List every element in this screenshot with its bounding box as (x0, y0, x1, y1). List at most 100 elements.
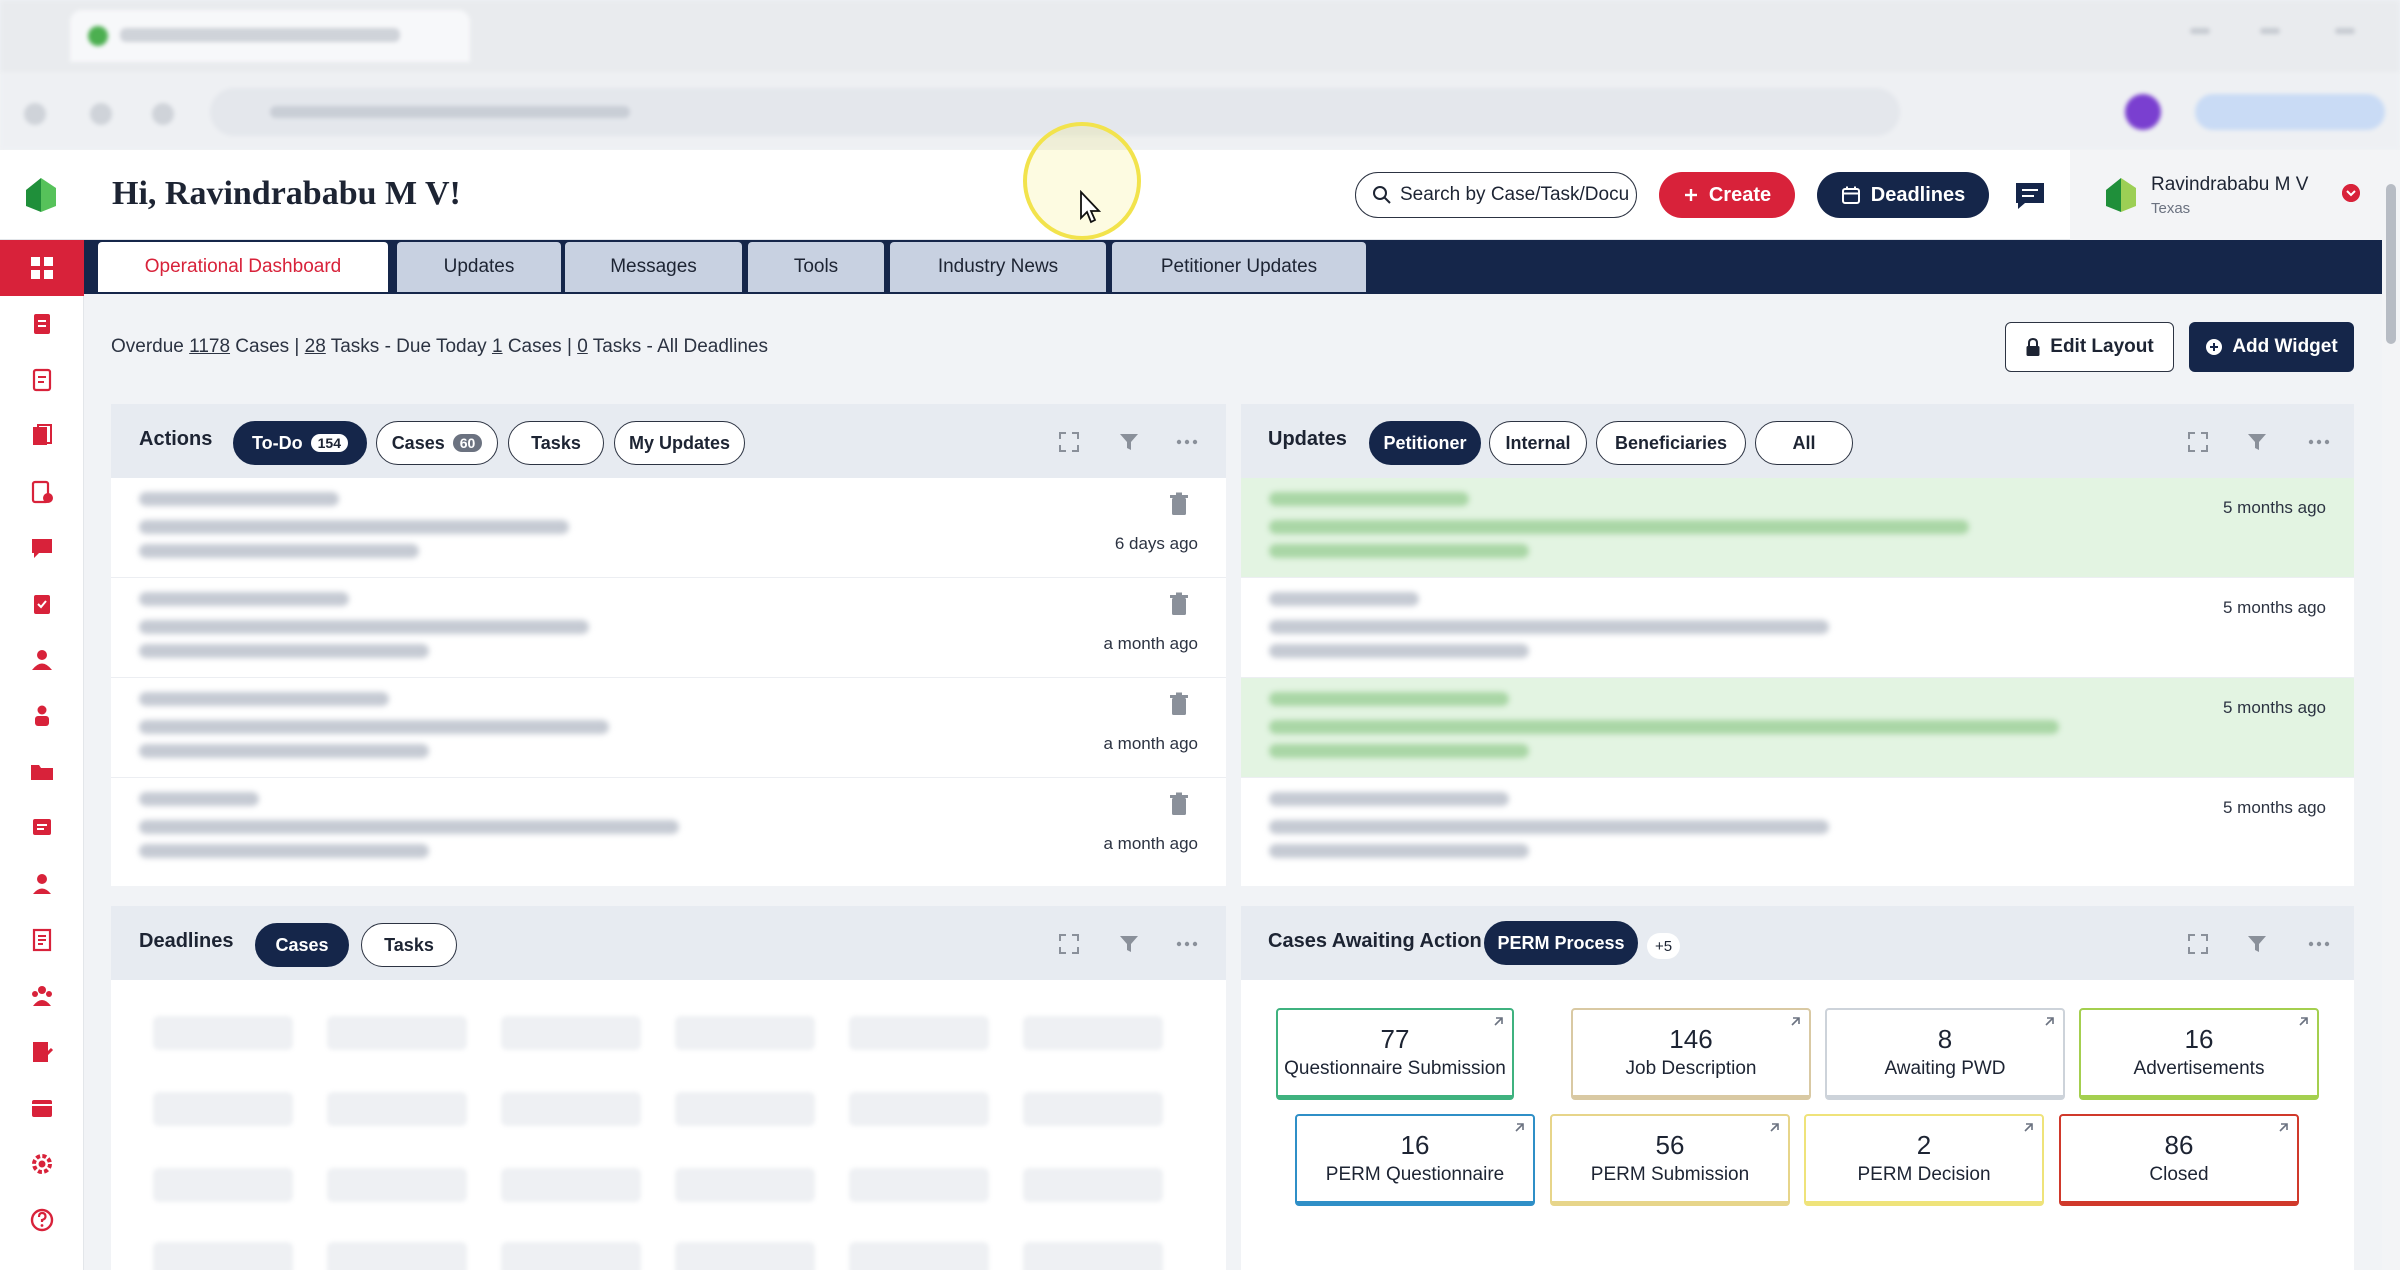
back-icon[interactable] (24, 103, 46, 125)
browser-update-button[interactable] (2195, 94, 2385, 130)
overdue-tasks-link[interactable]: 28 (305, 336, 326, 357)
sidebar-item-messages[interactable] (0, 520, 84, 576)
tab-updates[interactable]: Updates (397, 242, 561, 292)
sidebar-item-folders[interactable] (0, 744, 84, 800)
filter-icon[interactable] (2245, 430, 2269, 454)
minimize-icon[interactable] (2190, 28, 2210, 34)
deadlines-button[interactable]: Deadlines (1817, 172, 1989, 218)
chat-icon[interactable] (2013, 180, 2047, 212)
user-menu[interactable]: Ravindrababu M V Texas (2070, 150, 2400, 240)
chevron-down-icon[interactable] (2342, 184, 2360, 202)
forward-icon[interactable] (90, 103, 112, 125)
add-widget-button[interactable]: Add Widget (2189, 322, 2354, 372)
reload-icon[interactable] (152, 103, 174, 125)
list-item[interactable]: a month ago (111, 578, 1226, 678)
filter-icon[interactable] (2245, 932, 2269, 956)
sidebar-item-contacts[interactable] (0, 856, 84, 912)
due-today-cases-link[interactable]: 1 (492, 336, 503, 357)
trash-icon[interactable] (1168, 692, 1190, 716)
sidebar-item-help[interactable] (0, 1192, 84, 1248)
item-time: a month ago (1103, 734, 1198, 753)
browser-profile-avatar[interactable] (2125, 94, 2161, 130)
update-item[interactable]: 5 months ago (1241, 678, 2354, 778)
maximize-icon[interactable] (2260, 28, 2280, 34)
tab-operational-dashboard[interactable]: Operational Dashboard (98, 242, 388, 292)
filter-beneficiaries[interactable]: Beneficiaries (1596, 421, 1746, 465)
beneficiary-icon (32, 650, 52, 670)
filter-to-do-label: To-Do (251, 432, 303, 453)
expand-icon[interactable] (2186, 932, 2210, 956)
filter-cases[interactable]: Cases 60 (376, 421, 498, 465)
filter-all[interactable]: All (1755, 421, 1853, 465)
sidebar-item-beneficiaries[interactable] (0, 632, 84, 688)
update-item[interactable]: 5 months ago (1241, 478, 2354, 578)
more-options-icon[interactable] (2307, 932, 2331, 956)
sidebar-item-checklist[interactable] (0, 576, 84, 632)
open-arrow-icon (1770, 1123, 1779, 1132)
sidebar-item-reports[interactable] (0, 912, 84, 968)
filter-petitioner[interactable]: Petitioner (1369, 421, 1481, 465)
more-options-icon[interactable] (1175, 932, 1199, 956)
more-options-icon[interactable] (1175, 430, 1199, 454)
filter-icon[interactable] (1117, 932, 1141, 956)
create-button[interactable]: Create (1659, 172, 1795, 218)
stat-card-perm-submission[interactable]: 56 PERM Submission (1550, 1114, 1790, 1206)
tab-industry-news[interactable]: Industry News (890, 242, 1106, 292)
filter-my-updates[interactable]: My Updates (614, 421, 745, 465)
expand-icon[interactable] (1057, 430, 1081, 454)
sidebar-item-edit-documents[interactable] (0, 1024, 84, 1080)
close-icon[interactable] (2335, 28, 2355, 34)
stat-card-job-description[interactable]: 146 Job Description (1571, 1008, 1811, 1100)
contact-icon (33, 874, 51, 894)
open-arrow-icon (2024, 1123, 2033, 1132)
update-item[interactable]: 5 months ago (1241, 778, 2354, 878)
stat-value: 86 (2164, 1130, 2194, 1160)
more-processes-badge[interactable]: +5 (1647, 933, 1681, 959)
more-options-icon[interactable] (2307, 430, 2331, 454)
stat-card-awaiting-pwd[interactable]: 8 Awaiting PWD (1825, 1008, 2065, 1100)
tab-messages[interactable]: Messages (565, 242, 742, 292)
update-item[interactable]: 5 months ago (1241, 578, 2354, 678)
perm-process-filter[interactable]: PERM Process (1484, 921, 1638, 965)
trash-icon[interactable] (1168, 492, 1190, 516)
due-today-tasks-link[interactable]: 0 (577, 336, 588, 357)
sidebar-item-calendar[interactable] (0, 1080, 84, 1136)
sidebar-item-cases[interactable] (0, 296, 84, 352)
browser-tab[interactable] (70, 10, 470, 62)
app-logo-icon[interactable] (22, 176, 60, 214)
page-scrollbar[interactable] (2382, 150, 2400, 1270)
search-input[interactable] (1400, 184, 1630, 206)
sidebar-item-team[interactable] (0, 968, 84, 1024)
trash-icon[interactable] (1168, 792, 1190, 816)
trash-icon[interactable] (1168, 592, 1190, 616)
edit-layout-button[interactable]: Edit Layout (2005, 322, 2174, 372)
sidebar-item-settings[interactable] (0, 1136, 84, 1192)
sidebar-item-notes[interactable] (0, 800, 84, 856)
list-item[interactable]: a month ago (111, 778, 1226, 878)
overdue-cases-link[interactable]: 1178 (189, 336, 230, 357)
sidebar-item-forms[interactable] (0, 352, 84, 408)
search-box[interactable] (1355, 172, 1637, 218)
expand-icon[interactable] (2186, 430, 2210, 454)
expand-icon[interactable] (1057, 932, 1081, 956)
filter-deadline-cases[interactable]: Cases (255, 923, 349, 967)
sidebar-item-documents[interactable] (0, 408, 84, 464)
filter-internal[interactable]: Internal (1489, 421, 1587, 465)
stat-card-perm-decision[interactable]: 2 PERM Decision (1804, 1114, 2044, 1206)
filter-deadline-tasks[interactable]: Tasks (361, 923, 457, 967)
stat-card-closed[interactable]: 86 Closed (2059, 1114, 2299, 1206)
tab-tools[interactable]: Tools (748, 242, 884, 292)
list-item[interactable]: a month ago (111, 678, 1226, 778)
scrollbar-thumb[interactable] (2386, 184, 2396, 344)
stat-card-advertisements[interactable]: 16 Advertisements (2079, 1008, 2319, 1100)
list-item[interactable]: 6 days ago (111, 478, 1226, 578)
filter-icon[interactable] (1117, 430, 1141, 454)
stat-card-perm-questionnaire[interactable]: 16 PERM Questionnaire (1295, 1114, 1535, 1206)
stat-card-questionnaire-submission[interactable]: 77 Questionnaire Submission (1276, 1008, 1514, 1100)
sidebar-item-dashboard[interactable] (0, 240, 84, 296)
sidebar-item-users[interactable] (0, 688, 84, 744)
filter-to-do[interactable]: To-Do 154 (233, 421, 367, 465)
sidebar-item-tasks[interactable] (0, 464, 84, 520)
tab-petitioner-updates[interactable]: Petitioner Updates (1112, 242, 1366, 292)
filter-tasks[interactable]: Tasks (508, 421, 604, 465)
